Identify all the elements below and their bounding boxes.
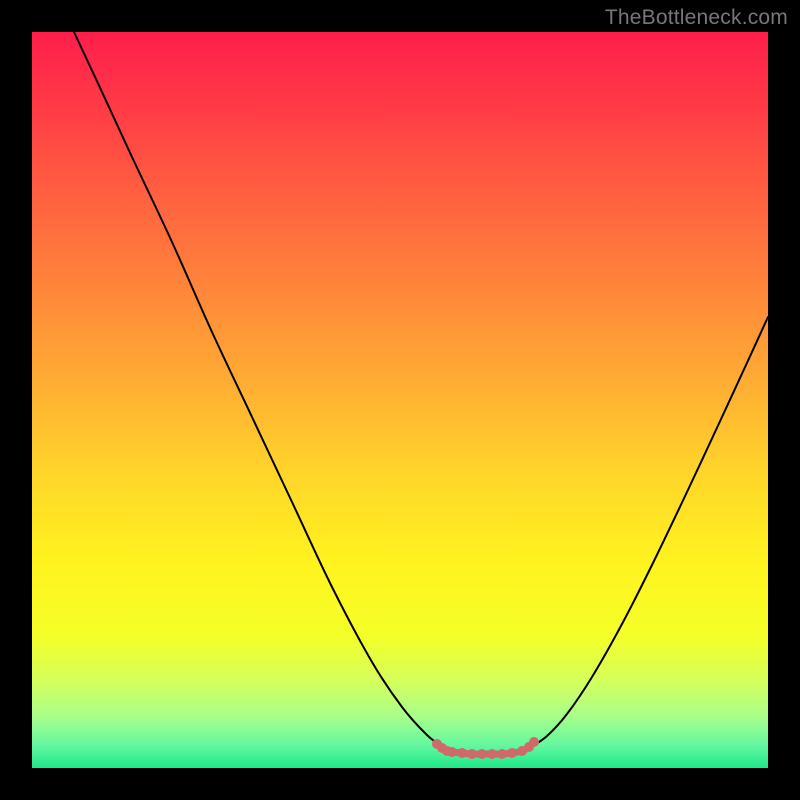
marker-dot bbox=[507, 748, 517, 758]
flat-segment-markers bbox=[432, 737, 539, 759]
bottleneck-curve bbox=[74, 32, 768, 753]
marker-dot bbox=[497, 749, 507, 759]
watermark-text: TheBottleneck.com bbox=[605, 6, 788, 30]
marker-dot bbox=[447, 747, 457, 757]
marker-dot bbox=[477, 749, 487, 759]
marker-dot bbox=[529, 737, 539, 747]
marker-dot bbox=[487, 749, 497, 759]
marker-dot bbox=[457, 748, 467, 758]
plot-area bbox=[32, 32, 768, 768]
chart-frame: TheBottleneck.com bbox=[0, 0, 800, 800]
marker-dot bbox=[467, 749, 477, 759]
curve-layer bbox=[32, 32, 768, 768]
